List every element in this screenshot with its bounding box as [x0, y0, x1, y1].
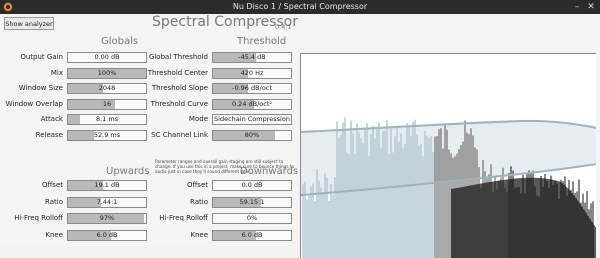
- downwards-label: Hi-Freq Rolloff: [159, 214, 208, 222]
- threshold-label: Mode: [188, 115, 208, 123]
- spectrum-analyzer: [300, 53, 596, 258]
- upwards-label: Offset: [41, 181, 63, 189]
- globals-label: Window Size: [18, 84, 63, 92]
- threshold-label: Global Threshold: [148, 53, 208, 61]
- upwards-label: Knee: [45, 230, 63, 239]
- upwards-slider[interactable]: 97%: [67, 213, 147, 224]
- window-titlebar: Nu Disco 1 / Spectral Compressor – ✕: [0, 0, 600, 14]
- app-version: 0.4.1: [275, 23, 292, 31]
- downwards-value: 0%: [246, 214, 258, 222]
- downwards-label: Offset: [186, 181, 208, 189]
- show-analyzer-button[interactable]: Show analyzer: [4, 17, 54, 30]
- globals-slider[interactable]: 8.1 ms: [67, 114, 147, 125]
- globals-title: Globals: [101, 36, 139, 47]
- threshold-label: Threshold Curve: [150, 99, 208, 108]
- threshold-value: 420 Hz: [240, 68, 264, 77]
- threshold-value: Sidechain Compression: [214, 115, 290, 123]
- spectrum-plot: [301, 117, 596, 258]
- threshold-slider[interactable]: Sidechain Compression: [212, 114, 292, 125]
- threshold-slider[interactable]: 420 Hz: [212, 67, 292, 79]
- threshold-slider[interactable]: -45.4 dB: [212, 52, 292, 63]
- threshold-label: Threshold Center: [147, 68, 208, 77]
- upwards-title: Upwards: [106, 166, 150, 177]
- globals-value: 52.9 ms: [93, 130, 121, 139]
- downwards-value: 59.15:1: [239, 197, 265, 206]
- threshold-value: 80%: [244, 130, 260, 139]
- threshold-title: Threshold: [237, 36, 287, 47]
- threshold-value: 0.24 dB/oct²: [231, 99, 273, 108]
- threshold-value: -0.96 dB/oct: [232, 84, 272, 92]
- upwards-slider[interactable]: 6.0 dB: [67, 229, 147, 241]
- window-title: Nu Disco 1 / Spectral Compressor: [232, 2, 368, 11]
- upwards-value: 19.1 dB: [94, 181, 120, 189]
- downwards-value: 0.0 dB: [241, 181, 263, 189]
- threshold-slider[interactable]: 80%: [212, 129, 292, 141]
- downwards-label: Knee: [190, 230, 208, 239]
- upwards-value: 97%: [99, 214, 115, 222]
- downwards-slider[interactable]: 6.0 dB: [212, 229, 292, 241]
- threshold-slider[interactable]: -0.96 dB/oct: [212, 83, 292, 94]
- downwards-slider[interactable]: 0%: [212, 213, 292, 224]
- downwards-title: Downwards: [240, 166, 299, 177]
- globals-value: 16: [102, 99, 112, 108]
- globals-slider[interactable]: 2048: [67, 83, 147, 94]
- globals-slider[interactable]: 0.00 dB: [67, 52, 147, 63]
- globals-value: 0.00 dB: [94, 53, 120, 61]
- globals-value: 8.1 ms: [95, 115, 119, 123]
- plugin-editor: Show analyzer Spectral Compressor 0.4.1 …: [0, 14, 600, 258]
- upwards-label: Hi-Freq Rolloff: [14, 214, 63, 222]
- upwards-label: Ratio: [45, 197, 63, 206]
- threshold-label: Threshold Slope: [151, 84, 208, 92]
- globals-label: Output Gain: [20, 53, 63, 61]
- close-icon[interactable]: ✕: [586, 2, 596, 12]
- threshold-label: SC Channel Link: [151, 130, 208, 139]
- upwards-slider[interactable]: 19.1 dB: [67, 180, 147, 191]
- globals-slider[interactable]: 52.9 ms: [67, 129, 147, 141]
- globals-label: Release: [35, 130, 63, 139]
- globals-value: 2048: [98, 84, 116, 92]
- globals-label: Window Overlap: [5, 99, 63, 108]
- downwards-value: 6.0 dB: [241, 230, 263, 239]
- downwards-label: Ratio: [190, 197, 208, 206]
- upwards-value: 7.44:1: [96, 197, 118, 206]
- globals-label: Mix: [50, 68, 63, 77]
- downwards-slider[interactable]: 0.0 dB: [212, 180, 292, 191]
- upwards-slider[interactable]: 7.44:1: [67, 196, 147, 208]
- threshold-value: -45.4 dB: [238, 53, 266, 61]
- upwards-value: 6.0 dB: [96, 230, 118, 239]
- downwards-slider[interactable]: 59.15:1: [212, 196, 292, 208]
- app-icon: [3, 2, 13, 12]
- threshold-slider[interactable]: 0.24 dB/oct²: [212, 98, 292, 110]
- globals-slider[interactable]: 100%: [67, 67, 147, 79]
- globals-label: Attack: [40, 115, 63, 123]
- globals-value: 100%: [97, 68, 117, 77]
- minimize-icon[interactable]: –: [572, 2, 582, 12]
- globals-slider[interactable]: 16: [67, 98, 147, 110]
